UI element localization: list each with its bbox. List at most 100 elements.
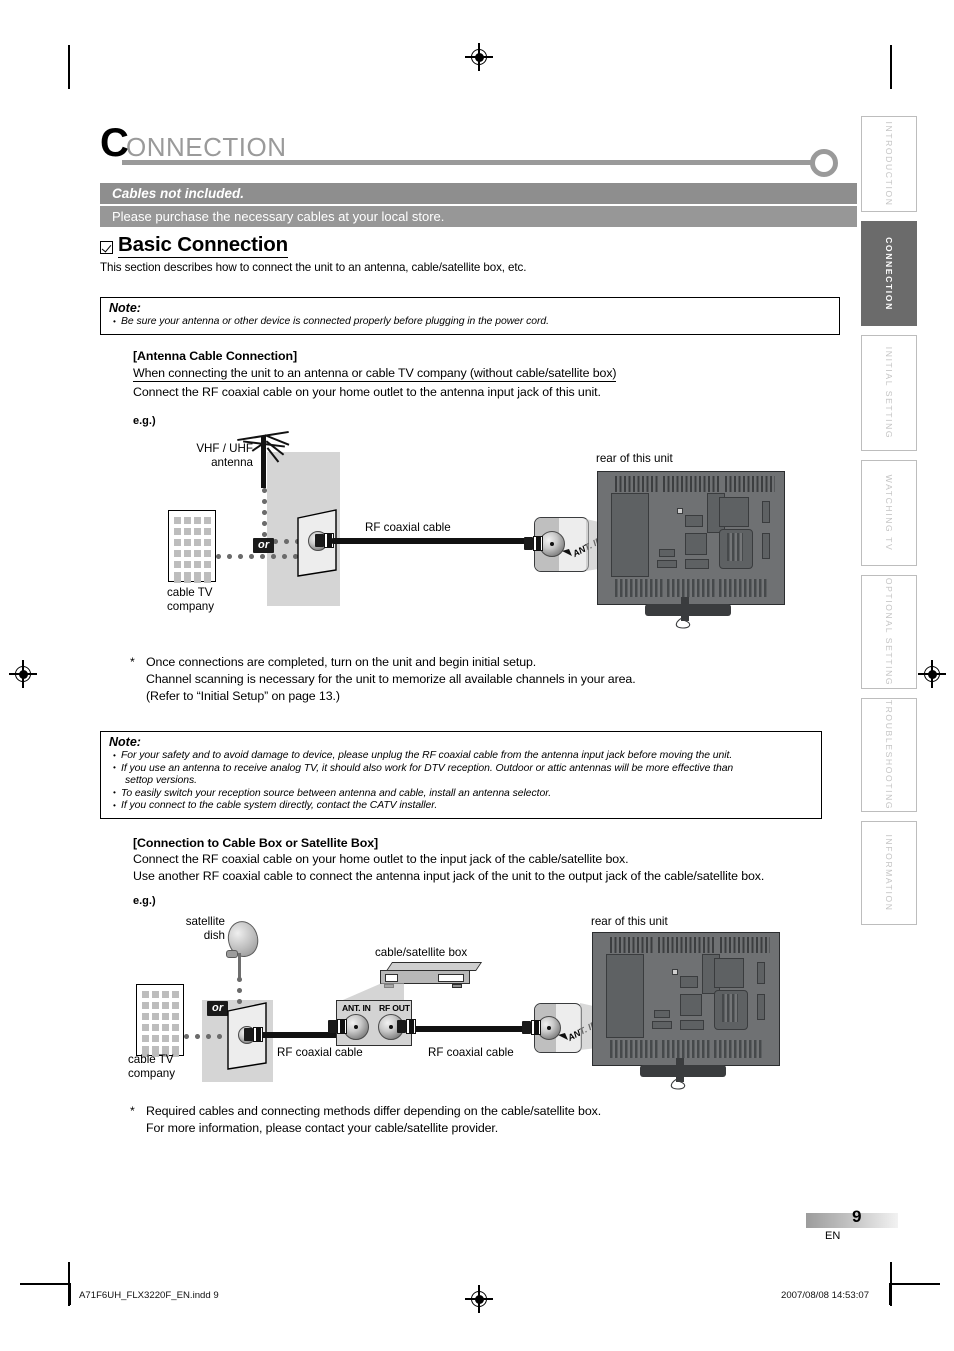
section-title: Basic Connection	[118, 233, 288, 258]
satellite-dish-icon	[224, 918, 262, 960]
tv-panel-speaker	[719, 529, 753, 569]
star-note-1-line2: Channel scanning is necessary for the un…	[146, 672, 636, 686]
tv-panel-edge-right-2	[757, 994, 765, 1020]
cable-tv-label-line1: cable TV	[167, 586, 213, 599]
registration-mark-top	[465, 43, 493, 71]
antenna-section-eg: e.g.)	[133, 415, 156, 427]
tv-vent-bottom-right	[719, 579, 767, 597]
antenna-dotted-line-horizontal	[262, 539, 304, 544]
tv-ant-in-label: ANT. IN	[571, 535, 604, 559]
tv-panel-left	[606, 954, 644, 1038]
sidebar-item-information[interactable]: INFORMATION	[861, 821, 917, 925]
ant-in-arrow-icon-2	[558, 1030, 570, 1048]
tv-ant-in-callout-box-2	[534, 1003, 582, 1053]
plug-barrel	[315, 534, 324, 547]
rf-coaxial-cable-1-label: RF coaxial cable	[365, 521, 451, 534]
tv-panel-right-board	[719, 497, 749, 527]
plug-ring-3	[260, 1027, 263, 1042]
star-note-2: * Required cables and connecting methods…	[130, 1103, 766, 1137]
sidebar-item-initial-setting[interactable]: INITIAL SETTING	[861, 335, 917, 451]
plug-ring-2	[257, 1027, 260, 1042]
note-box-1-title: Note:	[109, 301, 141, 315]
tv-cable-squiggle-icon-2	[662, 1077, 696, 1097]
plug-ring-1	[253, 1027, 257, 1042]
chapter-title: C ONNECTION	[100, 122, 850, 177]
tv-panel-tiny-square	[677, 508, 683, 514]
antenna-dotted-line-vertical	[262, 488, 267, 544]
ant-in-arrow-icon	[562, 546, 574, 564]
wall-outlet-plate-svg	[297, 509, 337, 577]
rf-coaxial-cable-left	[262, 1032, 346, 1038]
tv-rear-view-2	[592, 932, 780, 1090]
tv-ant-in-label-2: ANT. IN	[566, 1019, 599, 1043]
tv-panel-small-a	[654, 1010, 670, 1018]
callout-wedge-1	[586, 519, 674, 571]
cablebox-section-line1: Connect the RF coaxial cable on your hom…	[133, 852, 629, 866]
tv-panel-center-a	[685, 515, 703, 527]
plug-barrel	[522, 1021, 531, 1034]
tv-panel-edge-right	[757, 962, 765, 984]
antenna-section-heading: [Antenna Cable Connection]	[133, 349, 297, 363]
star-note-2-mark: *	[130, 1104, 135, 1118]
tv-panel-small-b	[657, 560, 677, 568]
footer-filename: A71F6UH_FLX3220F_EN.indd 9	[79, 1290, 219, 1301]
cables-banner-text: Please purchase the necessary cables at …	[112, 209, 445, 224]
cable-tv-building-icon-2	[136, 984, 184, 1057]
page-number: 9	[852, 1207, 862, 1226]
tv-vent-bottom-left	[610, 1040, 658, 1058]
cable-box-jack-panel	[336, 1000, 412, 1046]
star-note-2-line1: Required cables and connecting methods d…	[146, 1104, 602, 1118]
star-note-2-line2: For more information, please contact you…	[146, 1121, 499, 1135]
antenna-section-underlined: When connecting the unit to an antenna o…	[133, 366, 617, 382]
sidebar-item-initial-setting-label: INITIAL SETTING	[884, 346, 894, 440]
tv-panel-right-board	[714, 958, 744, 988]
cable-box-rf-out-jack	[378, 1014, 404, 1040]
wall-outlet-plate	[296, 508, 342, 578]
rf-coaxial-cable-right	[415, 1026, 525, 1032]
registration-mark-bottom	[465, 1285, 493, 1313]
cable-tv-dotted-line	[216, 554, 304, 559]
tv-panel-tiny-square	[672, 969, 678, 975]
sidebar-item-optional-setting[interactable]: OPTIONAL SETTING	[861, 575, 917, 689]
crop-rule-left	[20, 1283, 68, 1285]
cable-box-ant-in-jack	[343, 1014, 369, 1040]
cable-box-foot-right	[452, 984, 462, 988]
cablebox-section-eg: e.g.)	[133, 895, 156, 907]
sidebar-item-watching-tv-label: WATCHING TV	[884, 474, 894, 552]
page-language-code: EN	[825, 1230, 841, 1242]
cable-tv-dotted-line-2	[184, 1034, 240, 1039]
note-box-1-item: Be sure your antenna or other device is …	[113, 316, 839, 329]
cable-box-buttons	[438, 974, 464, 982]
cable-tv-label-2-line1: cable TV	[128, 1053, 174, 1066]
side-tab-column: INTRODUCTION CONNECTION INITIAL SETTING …	[861, 116, 917, 934]
chapter-rule	[122, 160, 814, 165]
plug-ring-3	[331, 533, 334, 548]
plug-barrel	[524, 537, 533, 550]
sidebar-item-connection[interactable]: CONNECTION	[861, 221, 917, 326]
plug-ring-2	[537, 536, 540, 551]
plug-ring-2	[341, 1019, 344, 1034]
sidebar-item-troubleshooting[interactable]: TROUBLESHOOTING	[861, 698, 917, 812]
plug-ring-1	[337, 1019, 341, 1034]
section-heading: Basic Connection	[100, 234, 288, 258]
sidebar-item-connection-label: CONNECTION	[884, 236, 894, 311]
registration-mark-right	[918, 660, 946, 688]
rear-of-unit-label-1: rear of this unit	[596, 452, 673, 465]
footer-timestamp: 2007/08/08 14:53:07	[781, 1290, 870, 1301]
rear-of-unit-label-2: rear of this unit	[591, 915, 668, 928]
sidebar-item-watching-tv[interactable]: WATCHING TV	[861, 460, 917, 566]
tv-panel-speaker	[714, 990, 748, 1030]
tv-panel-center-b	[685, 533, 707, 555]
plug-ring-2	[535, 1020, 538, 1035]
tv-stand-neck	[676, 1058, 684, 1082]
callout-wedge-3	[580, 1003, 664, 1050]
sidebar-item-information-label: INFORMATION	[884, 834, 894, 912]
plug-ring-3	[413, 1019, 416, 1034]
antenna-label-line2: antenna	[211, 455, 253, 469]
tv-panel-edge-right-2	[762, 533, 770, 559]
tv-vent-top-right	[720, 937, 770, 953]
cable-tv-building-icon	[168, 510, 216, 583]
sidebar-item-introduction[interactable]: INTRODUCTION	[861, 116, 917, 212]
jack-label-ant-in: ANT. IN	[342, 1003, 371, 1013]
jack-label-rf-out: RF OUT	[379, 1003, 410, 1013]
